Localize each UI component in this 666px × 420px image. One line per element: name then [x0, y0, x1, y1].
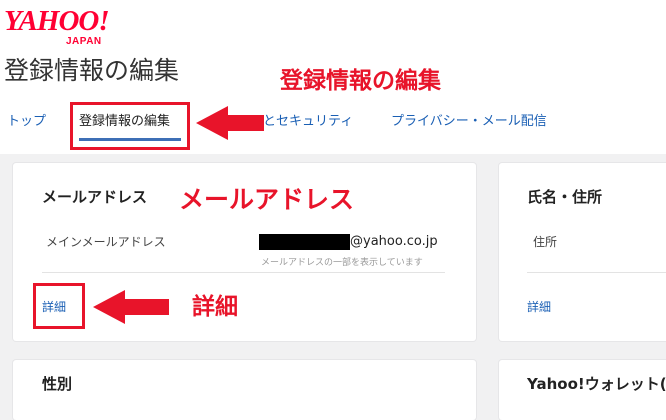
tab-security[interactable]: とセキュリティ: [263, 113, 353, 131]
annotation-highlight-box-detail: [33, 283, 85, 329]
tab-privacy-mail[interactable]: プライバシー・メール配信: [391, 113, 547, 131]
annotation-title-label: 登録情報の編集: [280, 68, 441, 94]
page-title: 登録情報の編集: [4, 56, 180, 85]
tab-top[interactable]: トップ: [7, 113, 46, 131]
gender-card-heading: 性別: [42, 375, 73, 393]
annotation-arrow-tab-icon: [196, 106, 264, 140]
email-card-heading: メールアドレス: [42, 188, 148, 206]
email-partial-note: メールアドレスの一部を表示しています: [261, 258, 423, 268]
yahoo-japan-logo[interactable]: YAHOO! JAPAN: [4, 5, 110, 47]
main-email-label: メインメールアドレス: [46, 235, 166, 249]
name-detail-link[interactable]: 詳細: [527, 299, 551, 315]
annotation-detail-label: 詳細: [192, 294, 238, 320]
name-card-heading: 氏名・住所: [527, 188, 603, 206]
email-domain-value: @yahoo.co.jp: [350, 234, 438, 249]
wallet-card-heading: Yahoo!ウォレット(: [527, 375, 666, 393]
address-row-divider: [527, 272, 666, 273]
email-row-divider: [42, 272, 445, 273]
gender-card: [13, 360, 476, 420]
annotation-mail-label: メールアドレス: [179, 185, 355, 214]
address-label: 住所: [533, 235, 558, 249]
arrow-shaft: [224, 115, 264, 131]
logo-subtext: JAPAN: [66, 36, 102, 47]
arrow-shaft: [121, 299, 169, 315]
redacted-email-local-part: [259, 234, 350, 250]
annotation-highlight-box-tab: [70, 102, 190, 150]
annotation-arrow-detail-icon: [93, 290, 169, 324]
logo-wordmark: YAHOO!: [4, 5, 110, 37]
